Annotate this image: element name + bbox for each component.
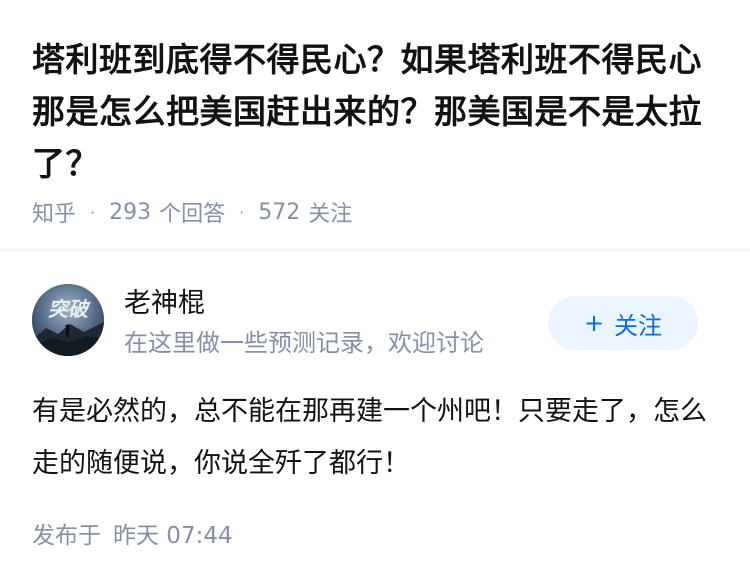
answer-footer: 发布于 昨天 07:44 [32, 518, 233, 554]
answer-content[interactable]: 有是必然的，总不能在那再建一个州吧！只要走了，怎么走的随便说，你说全歼了都行！ [32, 386, 718, 490]
separator-dot: · [90, 202, 96, 222]
author-bio: 在这里做一些预测记录，欢迎讨论 [124, 329, 484, 357]
question-meta: 知乎 · 293 个回答 · 572 关注 [32, 194, 352, 230]
follow-button[interactable]: + 关注 [548, 296, 698, 350]
followers-count: 572 [258, 199, 301, 225]
avatar-calligraphy: 突破 [48, 297, 91, 321]
answers-label: 个回答 [159, 202, 226, 227]
published-label: 发布于 [32, 523, 101, 549]
avatar-image: 突破 [32, 284, 104, 356]
author-row: 突破 老神棍 在这里做一些预测记录，欢迎讨论 + 关注 [32, 284, 718, 364]
separator-dot: · [239, 202, 245, 222]
plus-icon: + [583, 309, 605, 337]
avatar[interactable]: 突破 [32, 284, 104, 356]
section-divider [0, 248, 750, 252]
published-time: 昨天 07:44 [113, 523, 233, 549]
author-name[interactable]: 老神棍 [124, 286, 205, 322]
followers-label: 关注 [308, 202, 353, 227]
follow-button-label: 关注 [614, 311, 663, 340]
source-label: 知乎 [32, 202, 77, 227]
answers-count: 293 [109, 199, 152, 225]
question-title[interactable]: 塔利班到底得不得民心？如果塔利班不得民心那是怎么把美国赶出来的？那美国是不是太拉… [32, 34, 722, 190]
